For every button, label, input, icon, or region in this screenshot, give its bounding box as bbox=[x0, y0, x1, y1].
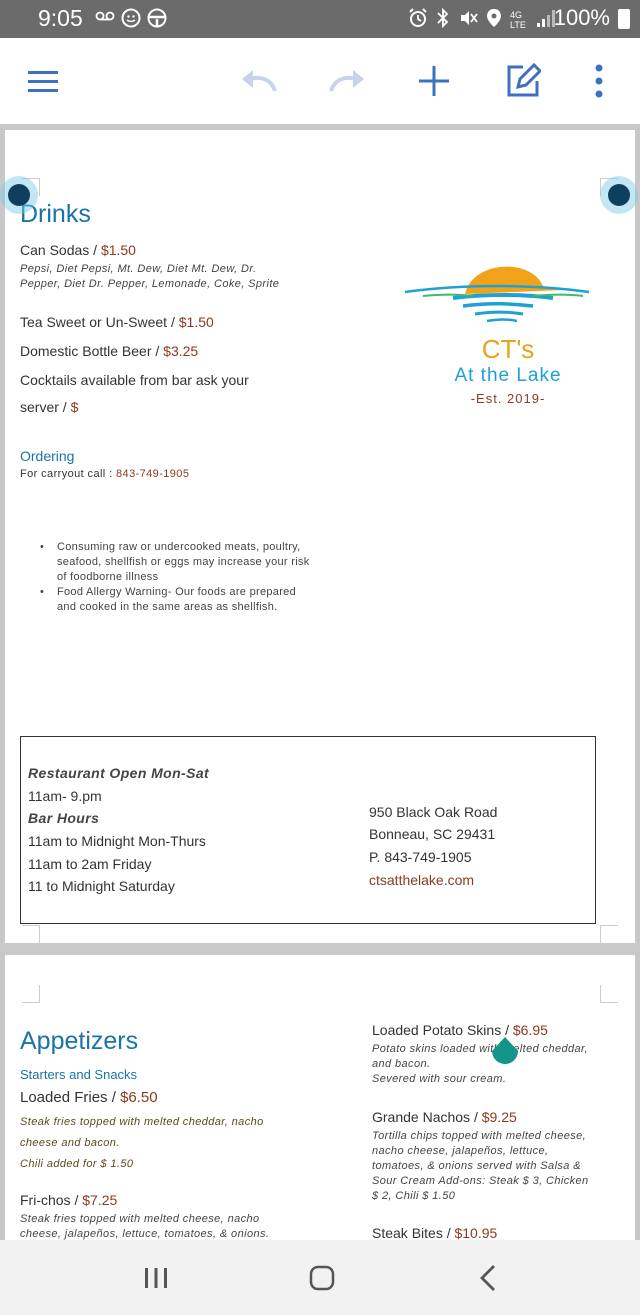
menu-item-loaded-fries: Loaded Fries / $6.50 bbox=[20, 1089, 158, 1106]
appetizers-subheading: Starters and Snacks bbox=[20, 1067, 138, 1082]
logo-title: CT's bbox=[481, 334, 535, 364]
redo-icon[interactable] bbox=[324, 58, 370, 104]
edit-icon[interactable] bbox=[500, 58, 546, 104]
address-street: 950 Black Oak Road bbox=[369, 804, 498, 820]
bar-hours-line: 11am to Midnight Mon-Thurs bbox=[28, 833, 206, 849]
cocktails-note-line-2: server / $ bbox=[20, 399, 79, 415]
steering-wheel-icon bbox=[147, 8, 167, 33]
menu-item-frichos: Fri-chos / $7.25 bbox=[20, 1192, 118, 1208]
sunset-lake-icon bbox=[404, 266, 590, 323]
system-navigation-bar bbox=[0, 1240, 640, 1315]
list-item: Consuming raw or undercooked meats, poul… bbox=[40, 540, 310, 585]
restaurant-logo: CT's At the Lake -Est. 2019- bbox=[403, 256, 591, 416]
list-item: Food Allergy Warning- Our foods are prep… bbox=[40, 585, 310, 615]
more-options-icon[interactable] bbox=[576, 58, 622, 104]
undo-icon[interactable] bbox=[236, 58, 282, 104]
menu-item-tea: Tea Sweet or Un-Sweet / $1.50 bbox=[20, 314, 214, 330]
home-icon[interactable] bbox=[302, 1260, 342, 1296]
back-icon[interactable] bbox=[468, 1260, 508, 1296]
bluetooth-icon bbox=[436, 7, 450, 33]
restaurant-hours: 11am- 9.pm bbox=[28, 788, 102, 804]
price: $6.50 bbox=[120, 1089, 158, 1106]
menu-item-steak-bites: Steak Bites / $10.95 bbox=[372, 1225, 498, 1241]
menu-icon[interactable] bbox=[20, 58, 66, 104]
alarm-icon bbox=[408, 8, 428, 33]
price: $3.25 bbox=[163, 343, 199, 359]
add-icon[interactable] bbox=[411, 58, 457, 104]
hours-info-box: Restaurant Open Mon-Sat 11am- 9.pm Bar H… bbox=[20, 736, 596, 924]
cocktails-note: Cocktails available from bar ask your bbox=[20, 372, 249, 388]
document-page-1[interactable]: Drinks Can Sodas / $1.50 Pepsi, Diet Pep… bbox=[5, 130, 635, 943]
voicemail-icon bbox=[95, 8, 115, 33]
bar-hours-line: 11 to Midnight Saturday bbox=[28, 878, 175, 894]
menu-item-potato-skins: Loaded Potato Skins / $6.95 bbox=[372, 1022, 548, 1038]
carryout-phone: 843-749-1905 bbox=[116, 468, 190, 480]
text-cursor-handle[interactable] bbox=[490, 1035, 520, 1075]
logo-subtitle: At the Lake bbox=[454, 365, 562, 386]
battery-level: 100% bbox=[553, 5, 610, 30]
potato-skins-description: Potato skins loaded with melted cheddar,… bbox=[372, 1043, 588, 1085]
appetizers-heading: Appetizers bbox=[20, 1027, 139, 1055]
price: $7.25 bbox=[82, 1192, 118, 1208]
menu-item-grande-nachos: Grande Nachos / $9.25 bbox=[372, 1109, 517, 1125]
menu-item-can-sodas: Can Sodas / $1.50 bbox=[20, 242, 136, 258]
website-link[interactable]: ctsatthelake.com bbox=[369, 872, 474, 888]
selection-handle-start[interactable] bbox=[0, 176, 38, 214]
warning-list: Consuming raw or undercooked meats, poul… bbox=[40, 540, 310, 615]
battery-icon bbox=[618, 9, 630, 29]
document-page-2[interactable]: Appetizers Starters and Snacks Loaded Fr… bbox=[5, 955, 635, 1245]
price: $1.50 bbox=[178, 314, 214, 330]
nachos-description: Tortilla chips topped with melted cheese… bbox=[372, 1130, 589, 1202]
price: $1.50 bbox=[100, 242, 136, 258]
status-bar: 9:05 4G LTE 100% bbox=[0, 0, 640, 38]
location-icon bbox=[486, 8, 502, 33]
bar-hours-line: 11am to 2am Friday bbox=[28, 856, 152, 872]
address-phone: P. 843-749-1905 bbox=[369, 849, 472, 865]
lte-icon: 4G LTE bbox=[510, 10, 526, 30]
status-time: 9:05 bbox=[38, 5, 83, 31]
loaded-fries-description: Steak fries topped with melted cheddar, … bbox=[20, 1116, 264, 1170]
waze-icon bbox=[121, 8, 141, 33]
sodas-description: Pepsi, Diet Pepsi, Mt. Dew, Diet Mt. Dew… bbox=[20, 263, 280, 290]
logo-established: -Est. 2019- bbox=[470, 391, 546, 406]
editor-toolbar bbox=[0, 38, 640, 124]
menu-item-beer: Domestic Bottle Beer / $3.25 bbox=[20, 343, 199, 359]
address-city: Bonneau, SC 29431 bbox=[369, 826, 496, 842]
price: $10.95 bbox=[454, 1225, 498, 1241]
price: $ bbox=[70, 399, 79, 415]
recent-apps-icon[interactable] bbox=[136, 1260, 176, 1296]
ordering-heading: Ordering bbox=[20, 448, 75, 464]
restaurant-hours-heading: Restaurant Open Mon-Sat bbox=[28, 765, 210, 781]
carryout-line: For carryout call : 843-749-1905 bbox=[20, 468, 190, 480]
mute-icon bbox=[458, 8, 478, 33]
price: $9.25 bbox=[481, 1109, 517, 1125]
bar-hours-heading: Bar Hours bbox=[28, 810, 100, 826]
selection-handle-end[interactable] bbox=[600, 176, 638, 214]
frichos-description: Steak fries topped with melted cheese, n… bbox=[20, 1213, 270, 1240]
